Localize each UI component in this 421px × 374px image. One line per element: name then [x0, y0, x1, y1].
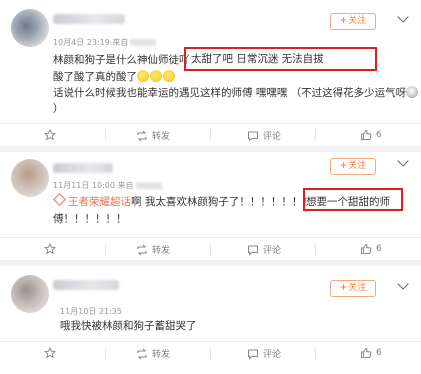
- repost-icon: [137, 244, 147, 255]
- post-text-line: 哦我快被林颜和狗子蓄甜哭了: [60, 320, 197, 332]
- action-bar: 转发 评论 6: [0, 342, 421, 364]
- post-3: 11月10日 21:35 +关注 哦我快被林颜和狗子蓄甜哭了 转发 评论 6: [0, 266, 421, 374]
- star-icon: [44, 243, 56, 255]
- action-bar: 转发 评论 6: [0, 124, 421, 146]
- post-time: 11月10日 21:35: [60, 307, 122, 316]
- repost-button[interactable]: 转发: [136, 347, 170, 360]
- comment-icon: [248, 349, 258, 360]
- repost-button[interactable]: 转发: [136, 243, 170, 256]
- topic-link[interactable]: 王者荣耀超话: [68, 196, 131, 208]
- highlighted-text: 太甜了吧 日常沉迷 无法自拔: [191, 53, 324, 65]
- comment-icon: [248, 131, 258, 142]
- thumbs-up-icon: [361, 347, 372, 358]
- post-time: 10月4日 23:19 来自: [53, 37, 157, 48]
- comment-button[interactable]: 评论: [247, 347, 281, 360]
- post-text-line: 酸了酸了真的酸了: [53, 70, 176, 85]
- emoji-icon: [137, 70, 149, 82]
- like-button[interactable]: 6: [360, 129, 382, 141]
- follow-button[interactable]: +关注: [330, 280, 376, 297]
- post-text-line: 王者荣耀超话啊 我太喜欢林颜狗子了！！！！！！！: [53, 193, 313, 210]
- avatar[interactable]: [11, 9, 49, 47]
- repost-button[interactable]: 转发: [136, 129, 170, 142]
- post-text-line: 林颜和狗子是什么神仙师徒吖: [53, 54, 190, 66]
- topic-icon: [53, 193, 66, 206]
- username-blurred[interactable]: [53, 163, 113, 173]
- comment-button[interactable]: 评论: [247, 129, 281, 142]
- post-text-line: 傅！！！！！！: [53, 213, 127, 225]
- emoji-icon: [150, 70, 162, 82]
- repost-icon: [137, 130, 147, 141]
- post-text-line: 话说什么时候我也能幸运的遇见这样的师傅 嘿嘿嘿 （不过这得花多少运气呀: [53, 86, 419, 101]
- username-blurred[interactable]: [53, 280, 119, 290]
- like-button[interactable]: 6: [360, 347, 382, 359]
- username-blurred[interactable]: [53, 14, 125, 24]
- follow-button[interactable]: +关注: [330, 158, 376, 175]
- repost-icon: [137, 348, 147, 359]
- favorite-button[interactable]: [44, 243, 60, 255]
- post-text-line: ）: [53, 103, 64, 115]
- emoji-icon: [163, 70, 175, 82]
- avatar[interactable]: [11, 159, 49, 197]
- comment-button[interactable]: 评论: [247, 243, 281, 256]
- like-button[interactable]: 6: [360, 243, 382, 255]
- thumbs-up-icon: [361, 129, 372, 140]
- star-icon: [44, 129, 56, 141]
- chevron-down-icon[interactable]: [397, 155, 409, 167]
- highlighted-text: 想要一个甜甜的师: [306, 196, 390, 208]
- chevron-down-icon[interactable]: [397, 11, 409, 23]
- comment-icon: [248, 245, 258, 256]
- action-bar: 转发 评论 6: [0, 238, 421, 260]
- favorite-button[interactable]: [44, 129, 60, 141]
- post-1: 10月4日 23:19 来自 +关注 林颜和狗子是什么神仙师徒吖 太甜了吧 日常…: [0, 0, 421, 150]
- star-icon: [44, 347, 56, 359]
- post-2: 11月11日 10:00 来自 +关注 王者荣耀超话啊 我太喜欢林颜狗子了！！！…: [0, 152, 421, 262]
- emoji-icon: [406, 86, 419, 98]
- avatar[interactable]: [11, 275, 49, 313]
- post-time: 11月11日 10:00 来自: [53, 180, 162, 191]
- thumbs-up-icon: [361, 243, 372, 254]
- chevron-down-icon[interactable]: [397, 278, 409, 290]
- follow-button[interactable]: +关注: [330, 13, 376, 30]
- favorite-button[interactable]: [44, 347, 60, 359]
